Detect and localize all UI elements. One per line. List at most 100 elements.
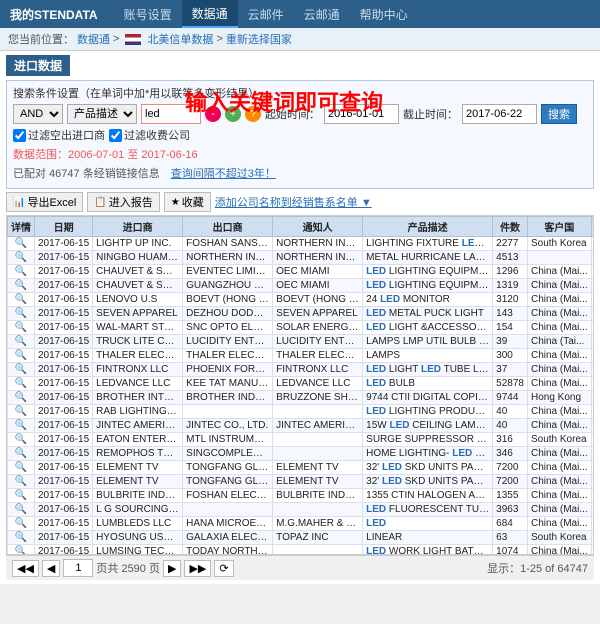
page-prev-button[interactable]: ◀ [42, 560, 60, 577]
logic-select[interactable]: AND OR [13, 104, 63, 124]
col-product: 产品描述 [363, 217, 493, 237]
page-info: 页共 2590 页 [96, 560, 160, 576]
cell-col-2: FINTRONX LLC [93, 363, 183, 377]
col-exporter: 出口商 [183, 217, 273, 237]
table-row: 🔍2017-06-15TRUCK LITE COM...LUCIDITY ENT… [8, 335, 595, 349]
end-date-input[interactable] [462, 104, 537, 124]
detail-icon[interactable]: 🔍 [8, 349, 35, 363]
detail-icon[interactable]: 🔍 [8, 307, 35, 321]
cell-col-6: 4513 [493, 251, 528, 265]
detail-icon[interactable]: 🔍 [8, 503, 35, 517]
cell-col-3: HANA MICROELE... [183, 517, 273, 531]
condition-label: 搜索条件设置（在单词中加*用以联等多变形结果） [13, 85, 259, 101]
breadcrumb-data[interactable]: 数据通 [77, 31, 110, 47]
detail-icon[interactable]: 🔍 [8, 545, 35, 556]
keyword-input[interactable] [141, 104, 201, 124]
match-text: 已配对 46747 条经销链接信息 [13, 165, 160, 181]
cell-col-4: NORTHERN INTE... [273, 237, 363, 251]
detail-icon[interactable]: 🔍 [8, 265, 35, 279]
cell-col-3: SINGCOMPLEX LTD [183, 447, 273, 461]
cell-col-2: RAB LIGHTING INC [93, 405, 183, 419]
check-customs-label[interactable]: 过滤空出进口商 [13, 127, 105, 143]
help-icon[interactable]: ? [245, 106, 261, 122]
breadcrumb-reselect[interactable]: 重新选择国家 [226, 31, 292, 47]
detail-icon[interactable]: 🔍 [8, 517, 35, 531]
detail-icon[interactable]: 🔍 [8, 293, 35, 307]
page-refresh-button[interactable]: ⟳ [214, 560, 233, 577]
table-row: 🔍2017-06-15LEDVANCE LLCKEE TAT MANUF...L… [8, 377, 595, 391]
page-last-button[interactable]: ▶▶ [184, 560, 211, 577]
nav-cloud-mail[interactable]: 云邮件 [238, 0, 294, 28]
page-first-button[interactable]: ◀◀ [12, 560, 39, 577]
check-customs[interactable] [13, 129, 26, 142]
page-next-button[interactable]: ▶ [163, 560, 181, 577]
nav-account[interactable]: 账号设置 [114, 0, 182, 28]
page-number-input[interactable] [63, 559, 93, 577]
cell-col-6: 52878 [493, 377, 528, 391]
detail-icon[interactable]: 🔍 [8, 237, 35, 251]
cell-col-8: 339 [591, 335, 594, 349]
cell-col-8: 63686 [591, 405, 594, 419]
cell-col-3: FOSHAN ELECTR... [183, 489, 273, 503]
detail-icon[interactable]: 🔍 [8, 321, 35, 335]
nav-help[interactable]: 帮助中心 [350, 0, 418, 28]
nav-cloud-tong[interactable]: 云邮通 [294, 0, 350, 28]
section-title: 进口数据 [6, 55, 70, 76]
cell-col-3: TONGFANG GLO... [183, 461, 273, 475]
detail-icon[interactable]: 🔍 [8, 251, 35, 265]
detail-icon[interactable]: 🔍 [8, 433, 35, 447]
star-icon: ★ [171, 197, 180, 208]
detail-icon[interactable]: 🔍 [8, 419, 35, 433]
cell-col-1: 2017-06-15 [35, 349, 93, 363]
col-date: 日期 [35, 217, 93, 237]
report-icon: 📋 [94, 197, 106, 208]
cell-col-8: 3924 [591, 531, 594, 545]
table-row: 🔍2017-06-15BROTHER INTER...BROTHER INDUS… [8, 391, 595, 405]
pagination: ◀◀ ◀ 页共 2590 页 ▶ ▶▶ ⟳ 显示：1-25 of 64747 [6, 555, 594, 580]
table-row: 🔍2017-06-15RAB LIGHTING INCLED LIGHTING … [8, 405, 595, 419]
detail-icon[interactable]: 🔍 [8, 279, 35, 293]
nav-data[interactable]: 数据通 [182, 0, 238, 28]
detail-icon[interactable]: 🔍 [8, 405, 35, 419]
cell-col-4: ELEMENT TV [273, 475, 363, 489]
cell-col-1: 2017-06-15 [35, 531, 93, 545]
cell-col-6: 346 [493, 447, 528, 461]
breadcrumb-north-america[interactable]: 北美信单数据 [147, 31, 213, 47]
field-select[interactable]: 产品描述 [67, 104, 137, 124]
detail-icon[interactable]: 🔍 [8, 461, 35, 475]
search-button[interactable]: 搜索 [541, 104, 577, 124]
table-header-row: 详情 日期 进口商 出口商 通知人 产品描述 件数 客户国 进度 [8, 217, 595, 237]
excel-export-button[interactable]: 📊 导出Excel [6, 192, 83, 212]
cell-col-5: LED LIGHTING PRODUCTS LED PART CARTO... [363, 405, 493, 419]
cell-col-4: OEC MIAMI [273, 265, 363, 279]
cell-col-2: LIGHTP UP INC. [93, 237, 183, 251]
cell-col-4: SEVEN APPAREL [273, 307, 363, 321]
us-flag [125, 34, 141, 45]
cell-col-2: CHAUVET & SON... [93, 279, 183, 293]
cell-col-7: China (Mai... [527, 279, 591, 293]
import-report-button[interactable]: 📋 进入报告 [87, 192, 159, 212]
check-known[interactable] [109, 129, 122, 142]
add-company-link[interactable]: 添加公司名称到经销售系名单 ▼ [215, 194, 372, 210]
cell-col-4: THALER ELECTRIC [273, 349, 363, 363]
query-limit-link[interactable]: 查询间隔不超过3年！ [171, 165, 276, 181]
detail-icon[interactable]: 🔍 [8, 377, 35, 391]
detail-icon[interactable]: 🔍 [8, 363, 35, 377]
cell-col-2: REMOPHOS TECH... [93, 447, 183, 461]
cell-col-2: ELEMENT TV [93, 475, 183, 489]
detail-icon[interactable]: 🔍 [8, 531, 35, 545]
start-date-input[interactable] [324, 104, 399, 124]
cell-col-3 [183, 503, 273, 517]
detail-icon[interactable]: 🔍 [8, 489, 35, 503]
detail-icon[interactable]: 🔍 [8, 475, 35, 489]
remove-condition-icon[interactable]: - [205, 106, 221, 122]
check-known-label[interactable]: 过滤收费公司 [109, 127, 190, 143]
cell-col-6: 154 [493, 321, 528, 335]
add-condition-icon[interactable]: + [225, 106, 241, 122]
cell-col-3: SNC OPTO ELEC... [183, 321, 273, 335]
cell-col-8: 629 [591, 307, 594, 321]
detail-icon[interactable]: 🔍 [8, 335, 35, 349]
detail-icon[interactable]: 🔍 [8, 447, 35, 461]
collect-button[interactable]: ★ 收藏 [164, 192, 211, 212]
detail-icon[interactable]: 🔍 [8, 391, 35, 405]
